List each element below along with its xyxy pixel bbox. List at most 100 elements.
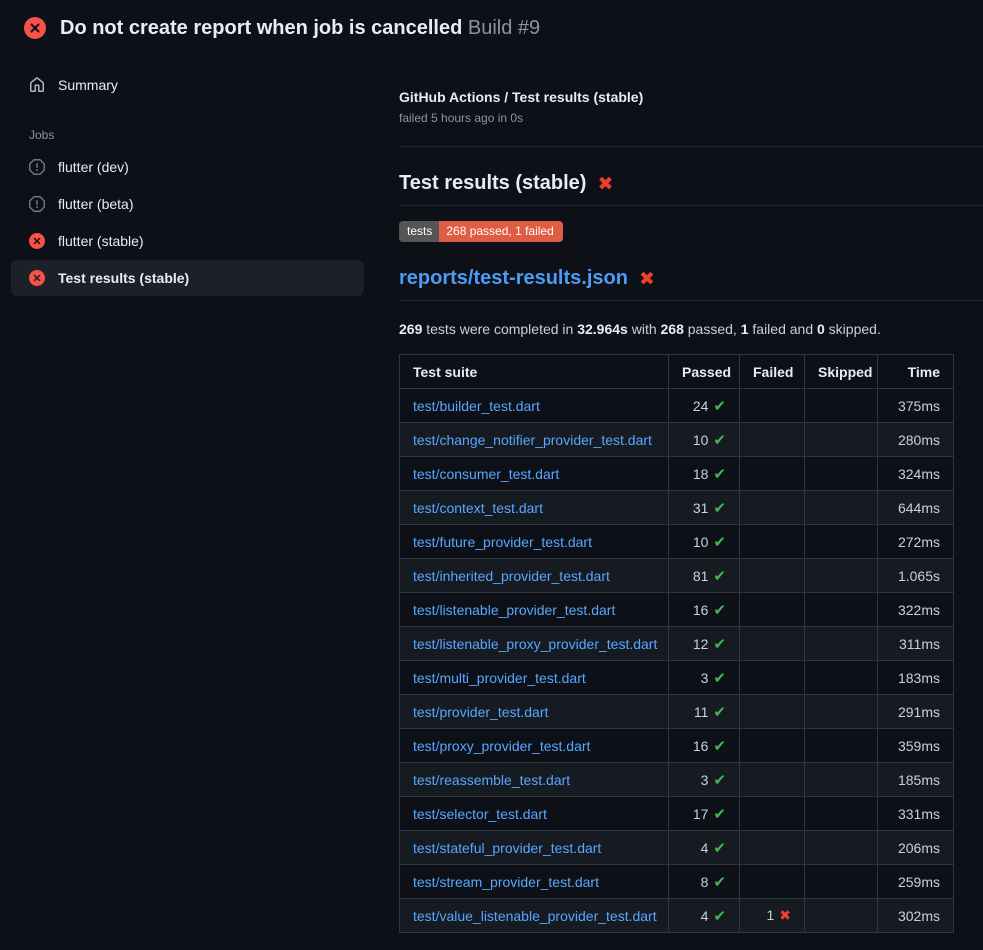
failed-cell [740,797,805,831]
report-heading: reports/test-results.json ✖ [399,267,983,301]
count-value: 16 [693,602,709,618]
suite-cell: test/reassemble_test.dart [400,763,669,797]
test-suite-link[interactable]: test/context_test.dart [413,500,543,516]
run-meta: failed 5 hours ago in 0s [399,111,983,125]
report-link[interactable]: reports/test-results.json [399,267,628,290]
passed-cell: 4✔ [669,899,740,933]
suite-cell: test/selector_test.dart [400,797,669,831]
table-row: test/selector_test.dart17✔331ms [400,797,954,831]
run-title: Do not create report when job is cancell… [60,17,540,39]
count-value: 10 [693,432,709,448]
suite-cell: test/value_listenable_provider_test.dart [400,899,669,933]
test-suite-link[interactable]: test/inherited_provider_test.dart [413,568,610,584]
check-icon: ✔ [713,805,726,823]
suite-cell: test/stateful_provider_test.dart [400,831,669,865]
badge-value: 268 passed, 1 failed [439,221,562,242]
jobs-section-label: Jobs [11,128,364,142]
tests-summary-line: 269 tests were completed in 32.964s with… [399,321,983,337]
suite-cell: test/multi_provider_test.dart [400,661,669,695]
passed-cell: 16✔ [669,593,740,627]
table-row: test/value_listenable_provider_test.dart… [400,899,954,933]
test-results-table: Test suitePassedFailedSkippedTime test/b… [399,354,954,933]
test-suite-link[interactable]: test/consumer_test.dart [413,466,559,482]
failed-cell [740,729,805,763]
table-row: test/inherited_provider_test.dart81✔1.06… [400,559,954,593]
passed-cell: 17✔ [669,797,740,831]
check-icon: ✔ [713,567,726,585]
suite-cell: test/consumer_test.dart [400,457,669,491]
x-circle-icon [29,233,45,249]
skipped-cell [805,525,878,559]
table-row: test/context_test.dart31✔644ms [400,491,954,525]
table-row: test/provider_test.dart 11✔ 291ms [400,695,954,729]
count-value: 18 [693,466,709,482]
test-suite-link[interactable]: test/stateful_provider_test.dart [413,840,601,856]
time-cell: 302ms [878,899,954,933]
skipped-cell [805,559,878,593]
skipped-cell [805,899,878,933]
table-row: test/stateful_provider_test.dart4✔206ms [400,831,954,865]
count-value: 17 [693,806,709,822]
test-suite-link[interactable]: test/future_provider_test.dart [413,534,592,550]
test-suite-link[interactable]: test/proxy_provider_test.dart [413,738,590,754]
sidebar-job-label: flutter (beta) [58,196,133,212]
sidebar-job-item[interactable]: Test results (stable) [11,260,364,296]
skipped-cell [805,865,878,899]
test-suite-link[interactable]: test/provider_test.dart [413,704,548,720]
check-icon: ✔ [713,635,726,653]
count-value: 12 [693,636,709,652]
test-suite-link[interactable]: test/change_notifier_provider_test.dart [413,432,652,448]
passed-cell: 18✔ [669,457,740,491]
skipped-cell [805,423,878,457]
passed-cell: 11✔ [669,695,740,729]
passed-cell: 10✔ [669,525,740,559]
suite-cell: test/inherited_provider_test.dart [400,559,669,593]
sidebar-job-item[interactable]: flutter (stable) [11,223,364,259]
test-suite-link[interactable]: test/reassemble_test.dart [413,772,570,788]
count-value: 4 [701,908,709,924]
passed-cell: 31✔ [669,491,740,525]
suite-cell: test/stream_provider_test.dart [400,865,669,899]
table-header-row: Test suitePassedFailedSkippedTime [400,355,954,389]
summary-text: failed and [749,321,818,337]
passed-cell: 3✔ [669,763,740,797]
column-header: Test suite [400,355,669,389]
table-row: test/listenable_proxy_provider_test.dart… [400,627,954,661]
test-suite-link[interactable]: test/value_listenable_provider_test.dart [413,908,657,924]
time-cell: 359ms [878,729,954,763]
table-row: test/listenable_provider_test.dart16✔322… [400,593,954,627]
summary-number: 0 [817,321,825,337]
sidebar: Summary Jobs flutter (dev) flutter (beta)… [0,53,375,297]
count-value: 3 [701,670,709,686]
count-value: 31 [693,500,709,516]
table-row: test/stream_provider_test.dart8✔259ms [400,865,954,899]
test-suite-link[interactable]: test/multi_provider_test.dart [413,670,586,686]
time-cell: 375ms [878,389,954,423]
test-suite-link[interactable]: test/builder_test.dart [413,398,540,414]
failed-cell [740,457,805,491]
summary-text: passed, [684,321,741,337]
skipped-cell [805,729,878,763]
passed-cell: 8✔ [669,865,740,899]
check-icon: ✔ [713,669,726,687]
sidebar-job-item[interactable]: flutter (beta) [11,186,364,222]
sidebar-job-label: flutter (stable) [58,233,144,249]
test-suite-link[interactable]: test/listenable_proxy_provider_test.dart [413,636,657,652]
x-circle-icon [29,270,45,286]
skipped-cell [805,491,878,525]
breadcrumb: GitHub Actions / Test results (stable) [399,89,983,105]
test-suite-link[interactable]: test/stream_provider_test.dart [413,874,599,890]
column-header: Skipped [805,355,878,389]
skipped-cell [805,627,878,661]
sidebar-item-summary[interactable]: Summary [11,69,364,101]
check-icon: ✔ [713,465,726,483]
passed-cell: 4✔ [669,831,740,865]
sidebar-job-item[interactable]: flutter (dev) [11,149,364,185]
test-suite-link[interactable]: test/selector_test.dart [413,806,547,822]
summary-number: 32.964s [577,321,628,337]
column-header: Failed [740,355,805,389]
time-cell: 291ms [878,695,954,729]
test-suite-link[interactable]: test/listenable_provider_test.dart [413,602,615,618]
workflow-run-page: Do not create report when job is cancell… [0,0,983,933]
sidebar-job-label: Test results (stable) [58,270,189,286]
